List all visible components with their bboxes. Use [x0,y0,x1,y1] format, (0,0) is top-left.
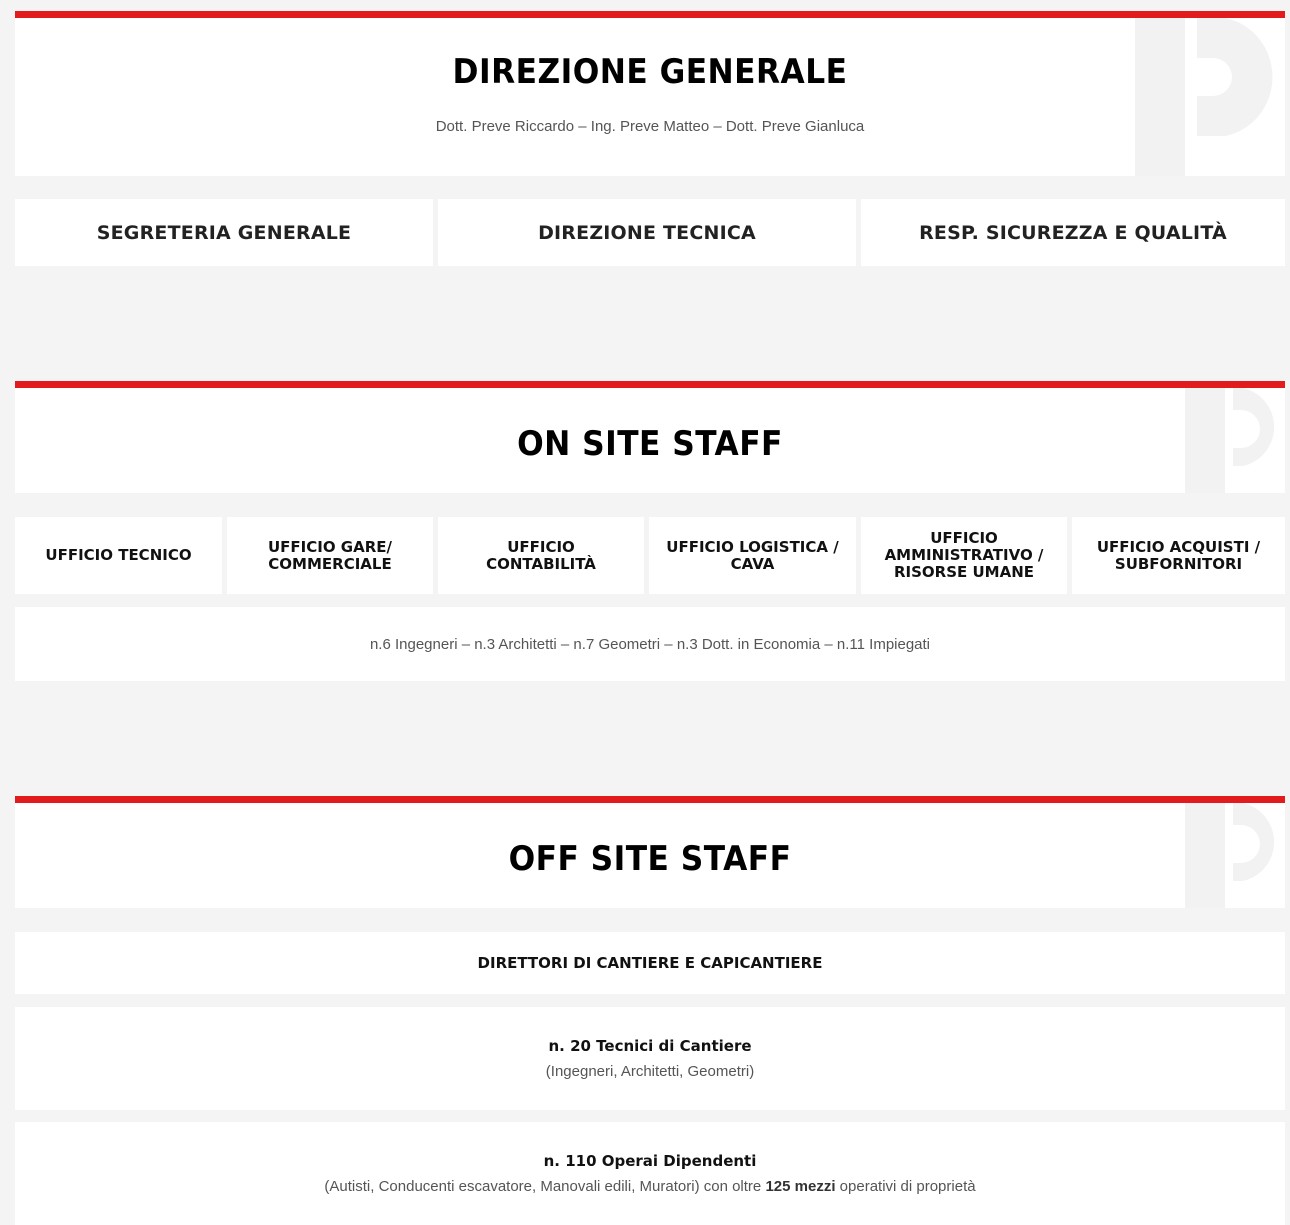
tecnici-box: n. 20 Tecnici di Cantiere (Ingegneri, Ar… [15,1007,1285,1110]
direzione-header: DIREZIONE GENERALE Dott. Preve Riccardo … [15,18,1285,176]
office-box-tecnico: UFFICIO TECNICO [15,517,222,594]
office-label: UFFICIO AMMINISTRATIVO / RISORSE UMANE [884,529,1044,581]
staff-count-text: n.6 Ingegneri – n.3 Architetti – n.7 Geo… [369,635,931,653]
office-label: UFFICIO LOGISTICA / CAVA [666,537,839,573]
on-site-header: ON SITE STAFF [15,388,1285,493]
office-label: UFFICIO GARE/ COMMERCIALE [267,537,392,573]
directors-box: DIRETTORI DI CANTIERE E CAPICANTIERE [15,932,1285,994]
operai-title: n. 110 Operai Dipendenti [543,1152,757,1170]
office-label: UFFICIO ACQUISTI / SUBFORNITORI [1096,537,1261,573]
office-box-acquisti: UFFICIO ACQUISTI / SUBFORNITORI [1072,517,1285,594]
direzione-names: Dott. Preve Riccardo – Ing. Preve Matteo… [435,118,865,135]
office-label: UFFICIO TECNICO [45,546,192,564]
sicurezza-box: RESP. SICUREZZA E QUALITÀ [861,199,1285,266]
office-box-amministrativo: UFFICIO AMMINISTRATIVO / RISORSE UMANE [861,517,1067,594]
directors-label: DIRETTORI DI CANTIERE E CAPICANTIERE [477,953,823,972]
section-title: ON SITE STAFF [517,424,783,464]
segreteria-box: SEGRETERIA GENERALE [15,199,433,266]
brand-p-logo-icon [1135,18,1273,176]
section-accent-bar [15,796,1285,803]
box-label: DIREZIONE TECNICA [538,221,756,244]
box-label: RESP. SICUREZZA E QUALITÀ [919,221,1227,244]
direzione-tecnica-box: DIREZIONE TECNICA [438,199,856,266]
off-site-header: OFF SITE STAFF [15,803,1285,908]
section-title: DIREZIONE GENERALE [452,52,848,92]
section-title: OFF SITE STAFF [508,839,792,879]
on-site-staff-count: n.6 Ingegneri – n.3 Architetti – n.7 Geo… [15,607,1285,681]
operai-detail-post: operativi di proprietà [839,1178,976,1195]
tecnici-detail: (Ingegneri, Architetti, Geometri) [545,1063,755,1080]
office-box-contabilita: UFFICIO CONTABILITÀ [438,517,644,594]
box-label: SEGRETERIA GENERALE [96,221,352,244]
office-box-gare: UFFICIO GARE/ COMMERCIALE [227,517,433,594]
tecnici-title: n. 20 Tecnici di Cantiere [548,1037,752,1055]
operai-detail-pre: (Autisti, Conducenti escavatore, Manoval… [324,1178,762,1195]
section-accent-bar [15,11,1285,18]
section-accent-bar [15,381,1285,388]
operai-detail-bold: 125 mezzi [765,1178,836,1195]
office-label: UFFICIO CONTABILITÀ [486,537,596,573]
operai-detail: (Autisti, Conducenti escavatore, Manoval… [324,1178,975,1195]
operai-box: n. 110 Operai Dipendenti (Autisti, Condu… [15,1122,1285,1225]
office-box-logistica: UFFICIO LOGISTICA / CAVA [649,517,856,594]
